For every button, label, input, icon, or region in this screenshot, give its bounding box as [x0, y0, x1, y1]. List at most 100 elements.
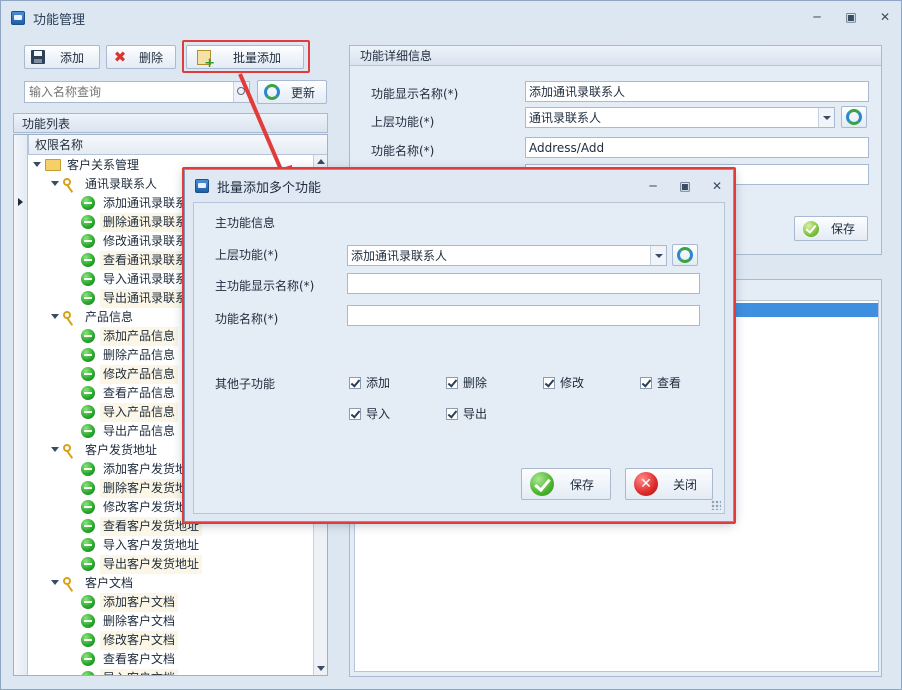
tree-row-label: 导入客户发货地址	[103, 538, 200, 552]
detail-group-title: 功能详细信息	[350, 46, 881, 66]
display-name-label: 功能显示名称(*)	[371, 87, 459, 101]
dialog-close-icon[interactable]: ✕	[709, 178, 725, 194]
dialog-title: 批量添加多个功能	[217, 180, 322, 196]
main-info-group-title: 主功能信息	[215, 216, 276, 230]
scroll-up-icon[interactable]	[317, 159, 325, 164]
checkbox-view[interactable]: 查看	[640, 374, 681, 391]
resize-grip-icon[interactable]	[711, 500, 721, 510]
chevron-down-icon[interactable]	[51, 447, 59, 452]
dialog-maximize-icon[interactable]: ▣	[677, 178, 693, 194]
tree-row[interactable]: 客户文档	[29, 574, 314, 593]
green-dot-icon	[81, 633, 95, 647]
checkbox-import-box[interactable]	[349, 407, 361, 420]
parent-function-input[interactable]	[526, 108, 834, 127]
sub-functions-label: 其他子功能	[215, 377, 276, 391]
window-titlebar[interactable]: 功能管理 ─ ▣ ✕	[1, 1, 901, 35]
green-dot-icon	[81, 595, 95, 609]
tree-row[interactable]: 删除客户文档	[29, 612, 314, 631]
close-x-icon: ✕	[634, 472, 658, 496]
minimize-icon[interactable]: ─	[809, 9, 825, 25]
green-dot-icon	[81, 614, 95, 628]
save-disk-icon	[31, 50, 45, 64]
display-name-field[interactable]	[525, 81, 869, 102]
chevron-down-icon[interactable]	[51, 580, 59, 585]
checkbox-delete-box[interactable]	[446, 376, 458, 389]
app-icon	[11, 11, 25, 25]
green-dot-icon	[81, 329, 95, 343]
dialog-save-button[interactable]: 保存	[521, 468, 611, 500]
tree-row-label: 客户发货地址	[85, 443, 158, 457]
batch-add-button[interactable]: 批量添加	[186, 45, 304, 69]
tree-row[interactable]: 查看客户文档	[29, 650, 314, 669]
tree-row[interactable]: 导入客户发货地址	[29, 536, 314, 555]
checkbox-view-box[interactable]	[640, 376, 652, 389]
chevron-down-icon[interactable]	[33, 162, 41, 167]
green-dot-icon	[81, 291, 95, 305]
current-row-arrow-icon	[18, 198, 23, 206]
dialog-close-button[interactable]: ✕ 关闭	[625, 468, 713, 500]
tree-row-label: 导入客户文档	[100, 669, 179, 675]
folder-icon	[45, 159, 61, 171]
tree-row-label: 导入产品信息	[100, 403, 179, 422]
function-name-field[interactable]	[525, 137, 869, 158]
dialog-parent-input[interactable]	[348, 246, 666, 265]
tree-row-label: 客户关系管理	[67, 158, 140, 172]
scroll-down-icon[interactable]	[317, 666, 325, 671]
add-button[interactable]: 添加	[24, 45, 100, 69]
checkbox-delete[interactable]: 删除	[446, 374, 487, 391]
maximize-icon[interactable]: ▣	[843, 9, 859, 25]
search-input[interactable]	[25, 82, 230, 102]
checkbox-export[interactable]: 导出	[446, 405, 487, 422]
dialog-parent-combo[interactable]	[347, 245, 667, 266]
delete-button[interactable]: ✖ 删除	[106, 45, 176, 69]
close-icon[interactable]: ✕	[877, 9, 893, 25]
check-circle-icon	[803, 220, 819, 237]
search-box[interactable]	[24, 81, 250, 103]
chevron-down-icon[interactable]	[51, 314, 59, 319]
dialog-parent-refresh-button[interactable]	[672, 244, 698, 266]
parent-function-label: 上层功能(*)	[371, 115, 435, 129]
search-icon[interactable]	[233, 82, 249, 102]
tree-row-label: 客户文档	[85, 576, 134, 590]
dialog-body: 主功能信息 上层功能(*) 主功能显示名称(*) 功能名称(*) 其他子功能 添…	[193, 202, 725, 514]
main-display-name-input[interactable]	[348, 274, 699, 293]
dialog-function-name-field[interactable]	[347, 305, 700, 326]
dialog-function-name-input[interactable]	[348, 306, 699, 325]
checkbox-edit[interactable]: 修改	[543, 374, 584, 391]
green-dot-icon	[81, 367, 95, 381]
tree-row-label: 添加产品信息	[100, 327, 179, 346]
checkbox-export-box[interactable]	[446, 407, 458, 420]
checkbox-edit-box[interactable]	[543, 376, 555, 389]
chevron-down-icon[interactable]	[51, 181, 59, 186]
display-name-input[interactable]	[526, 82, 868, 101]
green-dot-icon	[81, 272, 95, 286]
tree-row[interactable]: 修改客户文档	[29, 631, 314, 650]
window-title: 功能管理	[33, 12, 86, 28]
green-dot-icon	[81, 462, 95, 476]
checkbox-import[interactable]: 导入	[349, 405, 390, 422]
detail-save-button[interactable]: 保存	[794, 216, 868, 241]
refresh-button[interactable]: 更新	[257, 80, 327, 104]
dialog-minimize-icon[interactable]: ─	[645, 178, 661, 194]
checkbox-add-box[interactable]	[349, 376, 361, 389]
tree-row[interactable]: 添加客户文档	[29, 593, 314, 612]
chevron-down-icon[interactable]	[650, 246, 666, 265]
batch-add-dialog: 批量添加多个功能 ─ ▣ ✕ 主功能信息 上层功能(*) 主功能显示名称(*) …	[184, 169, 734, 522]
green-dot-icon	[81, 652, 95, 666]
main-display-name-field[interactable]	[347, 273, 700, 294]
parent-function-combo[interactable]	[525, 107, 835, 128]
delete-x-icon: ✖	[113, 48, 127, 66]
tree-row[interactable]: 导入客户文档	[29, 669, 314, 675]
tree-row-label: 通讯录联系人	[85, 177, 158, 191]
tree-column-header[interactable]: 权限名称	[28, 135, 327, 155]
tree-row-label: 导出产品信息	[103, 424, 176, 438]
ok-check-icon	[530, 472, 554, 496]
function-name-input[interactable]	[526, 138, 868, 157]
parent-refresh-button[interactable]	[841, 106, 867, 128]
checkbox-add[interactable]: 添加	[349, 374, 390, 391]
chevron-down-icon[interactable]	[818, 108, 834, 127]
key-icon	[63, 444, 71, 452]
green-dot-icon	[81, 405, 95, 419]
dialog-titlebar[interactable]: 批量添加多个功能 ─ ▣ ✕	[185, 170, 733, 202]
tree-row[interactable]: 导出客户发货地址	[29, 555, 314, 574]
